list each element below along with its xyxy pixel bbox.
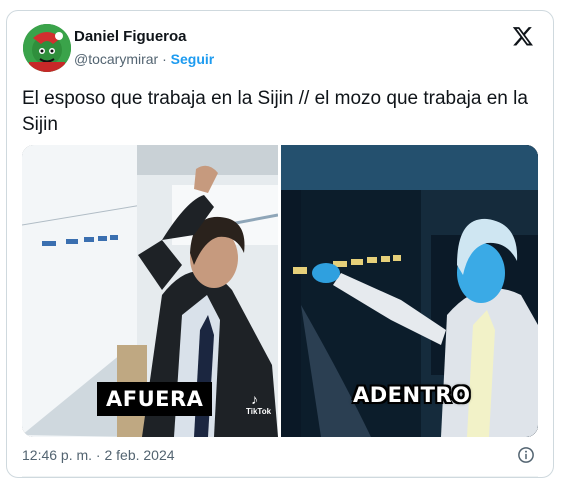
inside-caption: ADENTRO: [353, 383, 471, 407]
author-meta: @tocarymirar · Seguir: [74, 51, 214, 67]
author-handle[interactable]: @tocarymirar: [74, 51, 158, 67]
outside-caption: AFUERA: [97, 382, 213, 416]
tweet-card: Daniel Figueroa @tocarymirar · Seguir El…: [6, 10, 554, 478]
tiktok-icon: ♪: [251, 391, 258, 407]
tweet-media[interactable]: AFUERA ♪ TikTok ADENTRO: [22, 145, 538, 437]
tweet-timestamp[interactable]: 12:46 p. m. · 2 feb. 2024: [22, 447, 175, 463]
author-name[interactable]: Daniel Figueroa: [74, 28, 187, 45]
media-panel-outside: AFUERA ♪ TikTok: [22, 145, 278, 437]
meta-separator: ·: [162, 51, 167, 67]
avatar-image: [23, 24, 71, 72]
footer-divider: [22, 476, 538, 477]
avatar[interactable]: [23, 24, 71, 72]
tweet-text: El esposo que trabaja en la Sijin // el …: [22, 88, 528, 135]
follow-button[interactable]: Seguir: [171, 51, 215, 67]
x-logo-icon[interactable]: [512, 25, 534, 47]
tiktok-watermark: TikTok: [246, 407, 272, 416]
info-icon[interactable]: [517, 446, 535, 464]
media-panel-inside: ADENTRO: [281, 145, 538, 437]
